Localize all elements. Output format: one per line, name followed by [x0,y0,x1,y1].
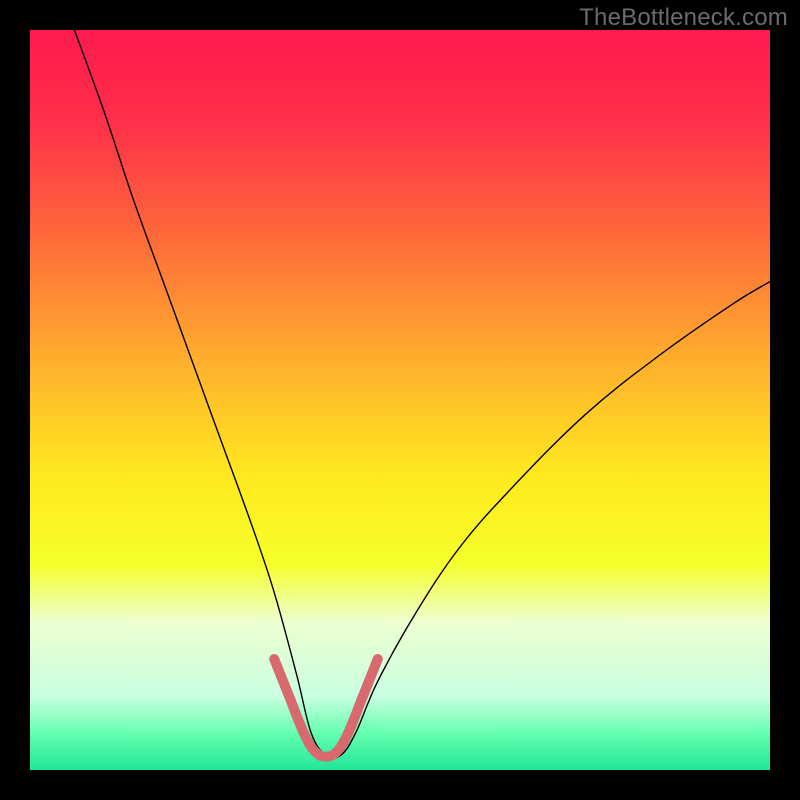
v-curve-thin [74,30,770,758]
watermark-text: TheBottleneck.com [579,4,788,32]
curve-layer [30,30,770,770]
chart-frame: TheBottleneck.com [0,0,800,800]
plot-area [30,30,770,770]
v-curve-thick-highlight [274,659,378,757]
